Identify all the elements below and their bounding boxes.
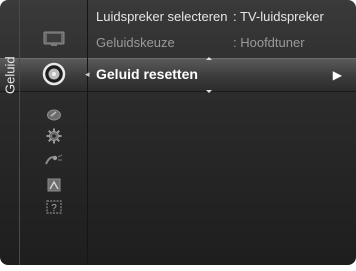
icon-column-divider	[87, 0, 88, 265]
application-icon[interactable]	[20, 176, 87, 194]
sidebar-category-label: Geluid	[2, 56, 18, 94]
menu-item-label: Geluidskeuze	[96, 35, 175, 50]
support-icon-glyph: ?	[51, 203, 57, 214]
menu-item-geluidskeuze: Geluidskeuze : Hoofdtuner	[96, 35, 305, 50]
menu-item-geluid-resetten[interactable]: Geluid resetten	[96, 66, 198, 82]
menu-frame: Geluid ? Luidspreker selecteren: TV-lui…	[0, 0, 356, 265]
sound-icon[interactable]	[20, 60, 87, 88]
input-icon[interactable]	[20, 152, 87, 168]
channel-icon[interactable]	[20, 108, 87, 122]
icon-column: ?	[20, 0, 87, 265]
tv-menu-screen: Geluid ? Luidspreker selecteren: TV-lui…	[0, 0, 356, 271]
left-arrow-icon: ◂	[85, 69, 90, 79]
menu-item-label: Luidspreker selecteren	[96, 9, 228, 24]
scroll-down-indicator	[206, 90, 212, 93]
menu-item-luidspreker-selecteren[interactable]: Luidspreker selecteren : TV-luidspreker	[96, 9, 324, 24]
scroll-up-indicator	[206, 57, 212, 60]
setup-icon[interactable]	[20, 127, 87, 145]
menu-item-value: : TV-luidspreker	[233, 9, 324, 24]
menu-item-value: : Hoofdtuner	[233, 35, 305, 50]
menu-item-label: Geluid resetten	[96, 66, 198, 82]
submenu-arrow-icon[interactable]: ▶	[333, 68, 342, 82]
support-icon[interactable]: ?	[20, 198, 87, 216]
picture-icon[interactable]	[20, 30, 87, 48]
